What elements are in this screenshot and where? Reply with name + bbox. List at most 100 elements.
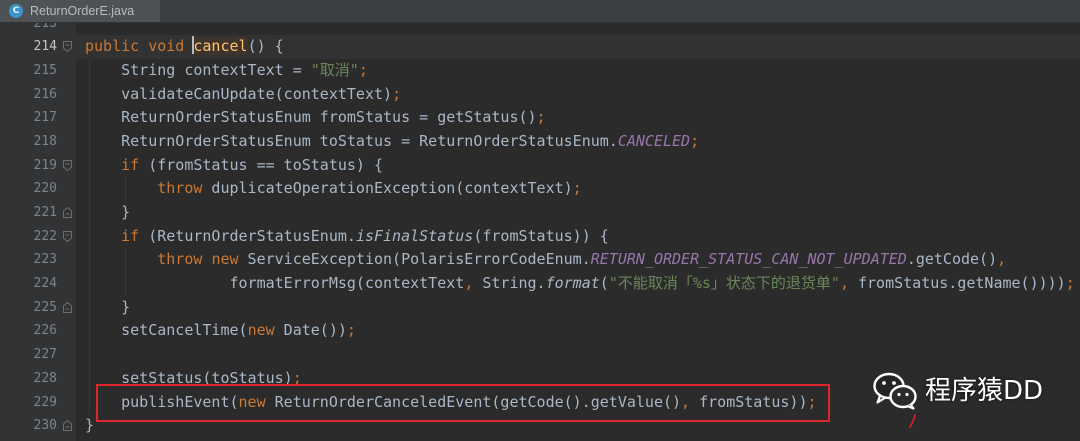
line-number: 225: [33, 299, 57, 315]
code-line[interactable]: 226 setCancelTime(new Date());: [0, 319, 1080, 343]
fold-start-icon[interactable]: [63, 41, 72, 53]
code-text: (: [599, 274, 609, 293]
code-text: ReturnOrderCanceledEvent(getCode().getVa…: [265, 392, 682, 411]
line-number: 218: [33, 133, 57, 149]
punctuation-token: ;: [358, 60, 368, 79]
line-number: 226: [33, 323, 57, 339]
code-line[interactable]: 220 throw duplicateOperationException(co…: [0, 177, 1080, 201]
red-stroke-mark: [909, 414, 916, 428]
fold-end-icon[interactable]: [63, 301, 72, 313]
code-line[interactable]: 219 if (fromStatus == toStatus) {: [0, 154, 1080, 178]
method-name: cancel: [193, 37, 248, 56]
line-number: 223: [33, 252, 57, 268]
code-line[interactable]: 221 }: [0, 201, 1080, 225]
code-content[interactable]: String contextText = "取消";: [85, 59, 1080, 83]
code-line[interactable]: 215 String contextText = "取消";: [0, 59, 1080, 83]
line-number: 224: [33, 276, 57, 292]
fold-start-icon[interactable]: [63, 230, 72, 242]
code-content[interactable]: }: [85, 296, 1080, 320]
string-literal: "取消": [310, 60, 359, 79]
punctuation-token: ;: [807, 392, 817, 411]
code-text: String contextText =: [121, 60, 311, 79]
code-text: ReturnOrderStatusEnum toStatus = ReturnO…: [121, 131, 618, 150]
code-text: () {: [247, 37, 284, 56]
punctuation-token: ,: [839, 274, 849, 293]
code-text: }: [121, 203, 131, 221]
code-text: fromStatus.getName()))): [848, 274, 1066, 293]
code-content[interactable]: ReturnOrderStatusEnum toStatus = ReturnO…: [85, 130, 1080, 154]
code-line[interactable]: 216 validateCanUpdate(contextText);: [0, 83, 1080, 107]
code-content[interactable]: [85, 343, 1080, 367]
code-content[interactable]: }: [85, 201, 1080, 225]
indent-guide: [125, 177, 126, 202]
code-content[interactable]: ReturnOrderStatusEnum fromStatus = getSt…: [85, 106, 1080, 130]
code-line[interactable]: 224 formatErrorMsg(contextText, String.f…: [0, 272, 1080, 296]
code-content[interactable]: formatErrorMsg(contextText, String.forma…: [85, 272, 1080, 296]
code-text: (fromStatus == toStatus) {: [139, 155, 384, 174]
code-content[interactable]: }: [85, 414, 1080, 438]
keyword-token: if: [121, 155, 140, 174]
editor-tab[interactable]: C ReturnOrderE.java: [0, 0, 160, 22]
code-text: Date()): [274, 321, 347, 340]
code-text: }: [85, 416, 95, 435]
code-line[interactable]: 214 public void cancel() {: [0, 35, 1080, 59]
code-text: (fromStatus)) {: [473, 226, 609, 245]
code-text: publishEvent(: [121, 392, 239, 411]
code-content[interactable]: setCancelTime(new Date());: [85, 319, 1080, 343]
punctuation-token: ,: [681, 392, 691, 411]
punctuation-token: ,: [464, 274, 474, 293]
watermark-text: 程序猿DD: [925, 376, 1044, 406]
code-content[interactable]: public void cancel() {: [85, 35, 1080, 59]
punctuation-token: ;: [690, 131, 700, 150]
keyword-token: new: [238, 392, 266, 411]
constant-token: CANCELED: [617, 131, 691, 150]
fold-end-icon[interactable]: [63, 207, 72, 218]
code-text: duplicateOperationException(contextText): [202, 179, 573, 198]
fold-start-icon[interactable]: [63, 159, 72, 171]
code-line[interactable]: 218 ReturnOrderStatusEnum toStatus = Ret…: [0, 130, 1080, 154]
string-literal: "不能取消「%s」状态下的退货单": [608, 274, 840, 293]
code-content[interactable]: if (ReturnOrderStatusEnum.isFinalStatus(…: [85, 225, 1080, 249]
code-content[interactable]: throw duplicateOperationException(contex…: [85, 177, 1080, 201]
indent-guide: [125, 248, 126, 296]
punctuation-token: ,: [997, 250, 1007, 269]
line-number: 214: [33, 39, 57, 55]
code-text: ServiceException(PolarisErrorCodeEnum.: [238, 250, 591, 269]
static-method-token: format: [545, 274, 600, 293]
code-content[interactable]: [85, 23, 1080, 35]
code-line[interactable]: 222 if (ReturnOrderStatusEnum.isFinalSta…: [0, 225, 1080, 249]
code-line[interactable]: 223 throw new ServiceException(PolarisEr…: [0, 248, 1080, 272]
line-number: 213: [33, 23, 57, 31]
line-number: 229: [33, 394, 57, 410]
code-line[interactable]: 217 ReturnOrderStatusEnum fromStatus = g…: [0, 106, 1080, 130]
code-content[interactable]: throw new ServiceException(PolarisErrorC…: [85, 248, 1080, 272]
code-line[interactable]: 227: [0, 343, 1080, 367]
punctuation-token: ;: [572, 179, 582, 198]
line-number: 217: [33, 110, 57, 126]
keyword-token: new: [211, 250, 239, 269]
code-line[interactable]: 230}: [0, 414, 1080, 438]
code-line[interactable]: 225 }: [0, 296, 1080, 320]
keyword-token: public void: [85, 37, 185, 56]
code-text: setCancelTime(: [121, 321, 248, 340]
code-text: String.: [473, 274, 546, 293]
punctuation-token: ;: [346, 321, 356, 340]
keyword-token: new: [247, 321, 275, 340]
line-number: 219: [33, 157, 57, 173]
keyword-token: throw: [157, 250, 203, 269]
line-number: 230: [33, 418, 57, 434]
code-content[interactable]: if (fromStatus == toStatus) {: [85, 154, 1080, 178]
code-content[interactable]: validateCanUpdate(contextText);: [85, 83, 1080, 107]
fold-end-icon[interactable]: [63, 420, 72, 432]
punctuation-token: ;: [1065, 274, 1075, 293]
code-line[interactable]: 213: [0, 23, 1080, 35]
editor-tab-bar: C ReturnOrderE.java: [0, 0, 1080, 23]
